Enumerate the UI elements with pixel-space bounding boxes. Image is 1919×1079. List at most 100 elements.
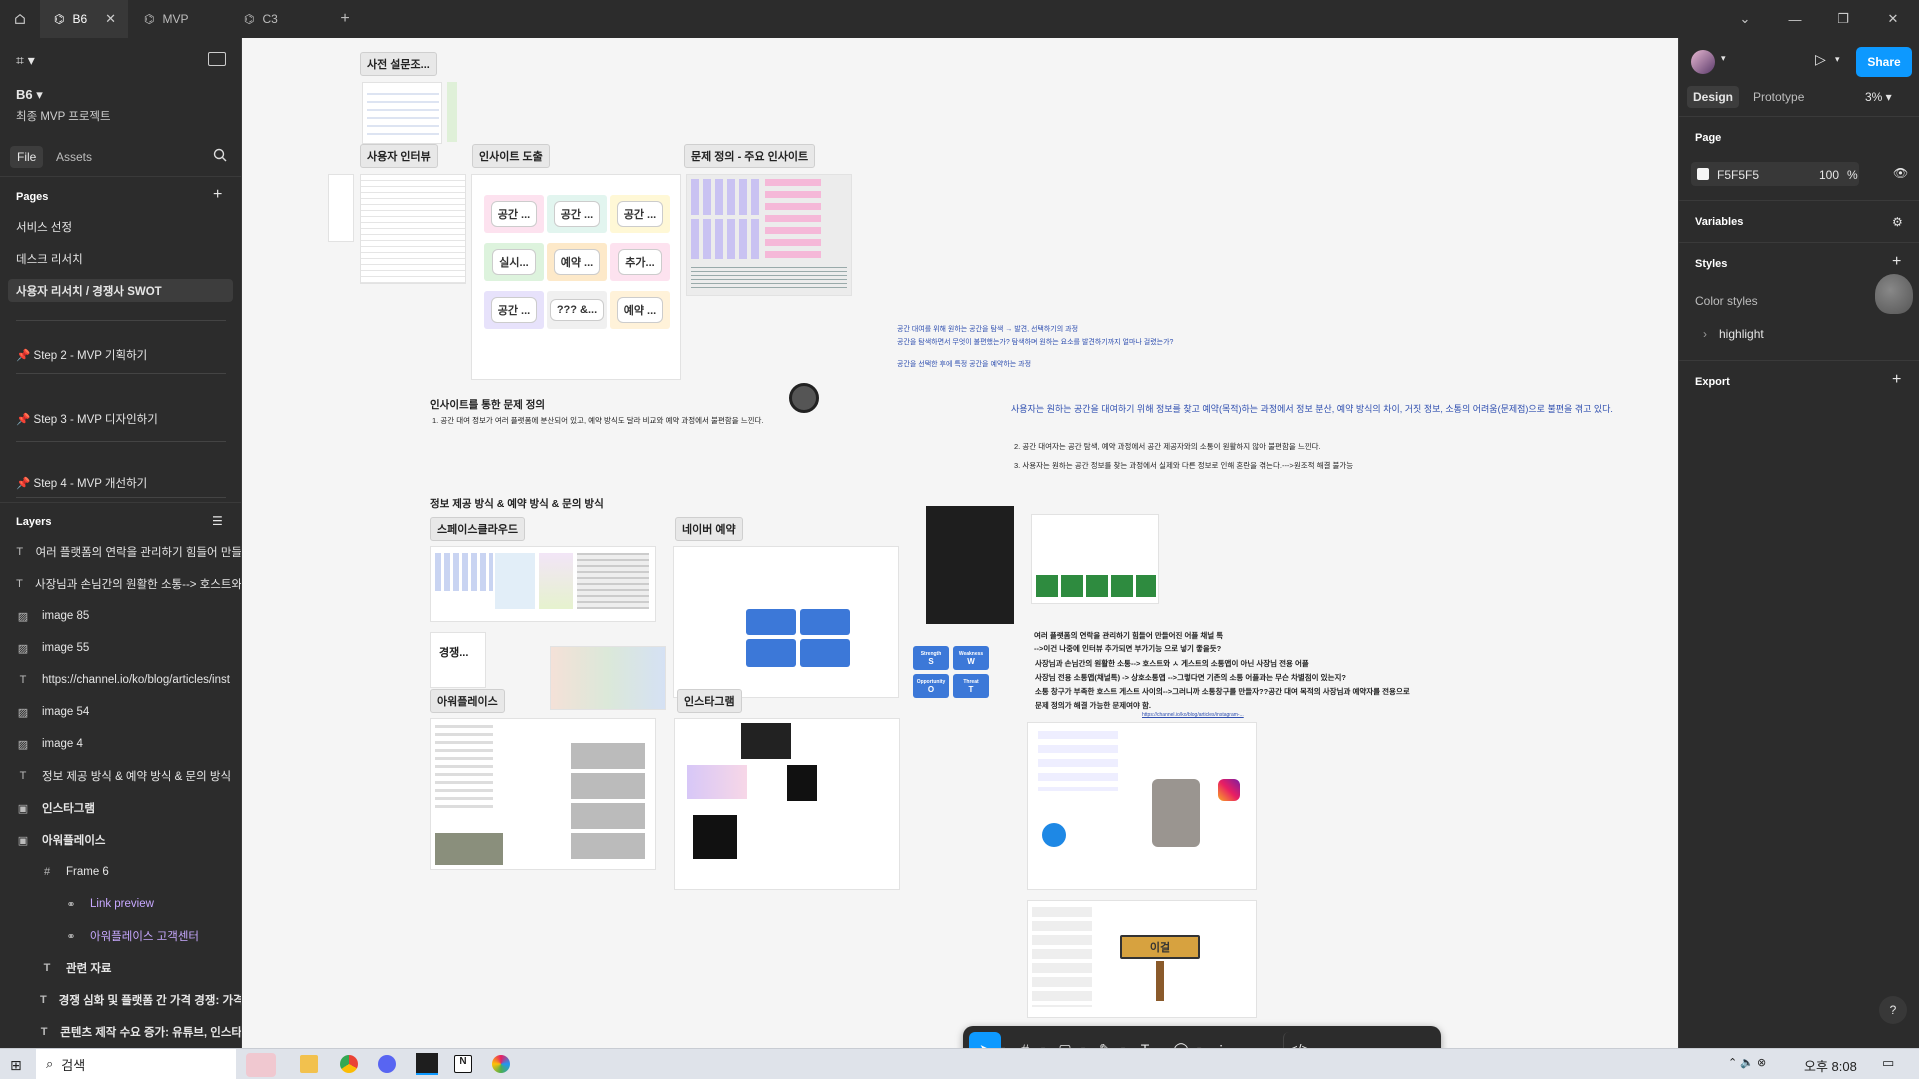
layer-row[interactable]: T 관련 자료: [0, 952, 241, 984]
section-label-competitor[interactable]: 경쟁...: [433, 641, 475, 663]
windows-start-icon[interactable]: ⊞: [10, 1057, 22, 1074]
components-tool-icon[interactable]: ⁘: [1205, 1032, 1237, 1049]
sticky-note[interactable]: 공간 ...: [547, 195, 607, 233]
taskbar-search[interactable]: ⌕ 검색: [36, 1049, 236, 1079]
survey-frame[interactable]: [362, 82, 442, 144]
color-swatch[interactable]: [1697, 168, 1709, 180]
layer-row[interactable]: T 사장님과 손님간의 원활한 소통--> 호스트와: [0, 568, 241, 600]
page-color-value[interactable]: F5F5F5: [1717, 168, 1759, 182]
comment-tool-icon[interactable]: ◯: [1165, 1032, 1197, 1049]
competitor-frame[interactable]: 경쟁...: [430, 632, 486, 688]
page-color-field[interactable]: F5F5F5 100 %: [1691, 162, 1859, 186]
interview-frame[interactable]: [360, 174, 466, 284]
pen-tool-icon[interactable]: ✎: [1089, 1032, 1121, 1049]
sticky-note[interactable]: 추가...: [610, 243, 670, 281]
tab-mvp[interactable]: ⌬ MVP: [130, 0, 228, 38]
project-name[interactable]: 최종 MVP 프로젝트: [16, 108, 111, 124]
layer-row[interactable]: Thttps://channel.io/ko/blog/articles/ins…: [0, 664, 241, 696]
swot-cell[interactable]: Strength S: [913, 646, 949, 670]
ourplace-frame[interactable]: [430, 718, 656, 870]
page-item[interactable]: 서비스 선정: [16, 219, 72, 235]
chevron-down-icon[interactable]: ⌄: [1722, 0, 1768, 38]
sticky-note[interactable]: 예약 ...: [547, 243, 607, 281]
rectangle-tool-icon[interactable]: ▢: [1049, 1032, 1081, 1049]
notion-icon[interactable]: N: [454, 1055, 472, 1073]
sticky-note[interactable]: 공간 ...: [484, 195, 544, 233]
sticky-note[interactable]: 공간 ...: [484, 291, 544, 329]
page-item[interactable]: 📌 Step 4 - MVP 개선하기: [16, 475, 147, 491]
file-explorer-icon[interactable]: [300, 1055, 318, 1073]
tray-icons[interactable]: ⌃ 🔈 ⊗: [1728, 1056, 1766, 1069]
eye-icon[interactable]: 👁: [1893, 166, 1908, 180]
layer-row[interactable]: ▨ image 85: [0, 600, 241, 632]
discord-icon[interactable]: [378, 1055, 396, 1073]
layer-row[interactable]: ▣ 아워플레이스: [0, 824, 241, 856]
layer-row[interactable]: ▣ 인스타그램: [0, 792, 241, 824]
tab-design[interactable]: Design: [1687, 86, 1740, 108]
app-icon[interactable]: [492, 1055, 510, 1073]
section-label-survey[interactable]: 사전 설문조...: [360, 52, 437, 76]
play-icon[interactable]: ▷: [1815, 51, 1826, 68]
dev-mode-icon[interactable]: </>: [1283, 1032, 1315, 1048]
channeltalk-image[interactable]: [1027, 722, 1257, 890]
layer-row[interactable]: T 여러 플랫폼의 연락을 관리하기 힘들어 만들: [0, 536, 241, 568]
share-button[interactable]: Share: [1856, 47, 1912, 77]
layer-row[interactable]: ▨ image 55: [0, 632, 241, 664]
korea-flag-icon[interactable]: [246, 1053, 276, 1077]
dark-screenshot[interactable]: [926, 506, 1014, 624]
competitor-chart-frame[interactable]: [550, 646, 666, 710]
layer-row[interactable]: ⚭ 아워플레이스 고객센터: [0, 920, 241, 952]
layer-row[interactable]: ▨ image 4: [0, 728, 241, 760]
spacecloud-frame[interactable]: [430, 546, 656, 622]
move-tool-icon[interactable]: ➤: [969, 1032, 1001, 1048]
notification-icon[interactable]: ▭: [1882, 1055, 1894, 1071]
cards-screenshot[interactable]: [1031, 514, 1159, 604]
layers-list-icon[interactable]: ☰: [212, 514, 223, 528]
layer-row[interactable]: T 정보 제공 방식 & 예약 방식 & 문의 방식: [0, 760, 241, 792]
swot-cell[interactable]: Weakness W: [953, 646, 989, 670]
tab-b6[interactable]: ⌬ B6 ✕: [40, 0, 128, 38]
section-label-spacecloud[interactable]: 스페이스클라우드: [430, 517, 525, 541]
figma-menu-icon[interactable]: ⌗ ▾: [16, 52, 35, 69]
swot-cell[interactable]: Threat T: [953, 674, 989, 698]
clock[interactable]: 오후 8:08: [1804, 1056, 1857, 1075]
chevron-down-icon[interactable]: ▾: [1721, 53, 1726, 64]
layer-row[interactable]: # Frame 6: [0, 856, 241, 888]
sticky-note[interactable]: 공간 ...: [610, 195, 670, 233]
avatar[interactable]: [1691, 50, 1715, 74]
page-item[interactable]: 📌 Step 2 - MVP 기획하기: [16, 347, 147, 363]
section-label-insight[interactable]: 인사이트 도출: [472, 144, 550, 168]
chrome-icon[interactable]: [340, 1055, 358, 1073]
section-label-interview[interactable]: 사용자 인터뷰: [360, 144, 438, 168]
home-icon[interactable]: [0, 0, 40, 38]
chevron-down-icon[interactable]: ▾: [1835, 54, 1840, 65]
naver-frame[interactable]: [673, 546, 899, 698]
help-icon[interactable]: ?: [1879, 996, 1907, 1024]
problem-frame[interactable]: [686, 174, 852, 296]
link-text[interactable]: https://channel.io/ko/blog/articles/inst…: [1142, 712, 1244, 718]
swot-cell[interactable]: Opportunity O: [913, 674, 949, 698]
layer-row[interactable]: T 콘텐츠 제작 수요 증가: 유튜브, 인스타: [0, 1016, 241, 1048]
variables-icon[interactable]: ⚙: [1892, 215, 1903, 229]
sticky-note[interactable]: 실시...: [484, 243, 544, 281]
add-export-icon[interactable]: +: [1892, 371, 1901, 389]
zoom-level[interactable]: 3% ▾: [1865, 90, 1892, 104]
restore-icon[interactable]: ❐: [1820, 0, 1866, 38]
insight-frame[interactable]: 공간 ... 공간 ... 공간 ... 실시... 예약 ... 추가... …: [471, 174, 681, 380]
add-tab-button[interactable]: +: [330, 0, 360, 38]
minimize-icon[interactable]: —: [1772, 0, 1818, 38]
layer-row[interactable]: ⚭ Link preview: [0, 888, 241, 920]
tab-assets[interactable]: Assets: [56, 150, 92, 164]
page-item[interactable]: 데스크 리서치: [16, 251, 83, 267]
sticky-note[interactable]: ??? &...: [547, 291, 607, 329]
section-label-naver[interactable]: 네이버 예약: [675, 517, 743, 541]
layer-row[interactable]: ▨ image 54: [0, 696, 241, 728]
section-label-problem[interactable]: 문제 정의 - 주요 인사이트: [684, 144, 816, 168]
page-item[interactable]: 📌 Step 3 - MVP 디자인하기: [16, 411, 158, 427]
section-label-instagram[interactable]: 인스타그램: [677, 689, 742, 713]
tab-c3[interactable]: ⌬ C3: [230, 0, 326, 38]
ai-tool-icon[interactable]: ☁: [1241, 1032, 1273, 1049]
instagram-frame[interactable]: [674, 718, 900, 890]
interview-side-frame[interactable]: [328, 174, 354, 242]
style-highlight[interactable]: highlight: [1719, 327, 1764, 341]
